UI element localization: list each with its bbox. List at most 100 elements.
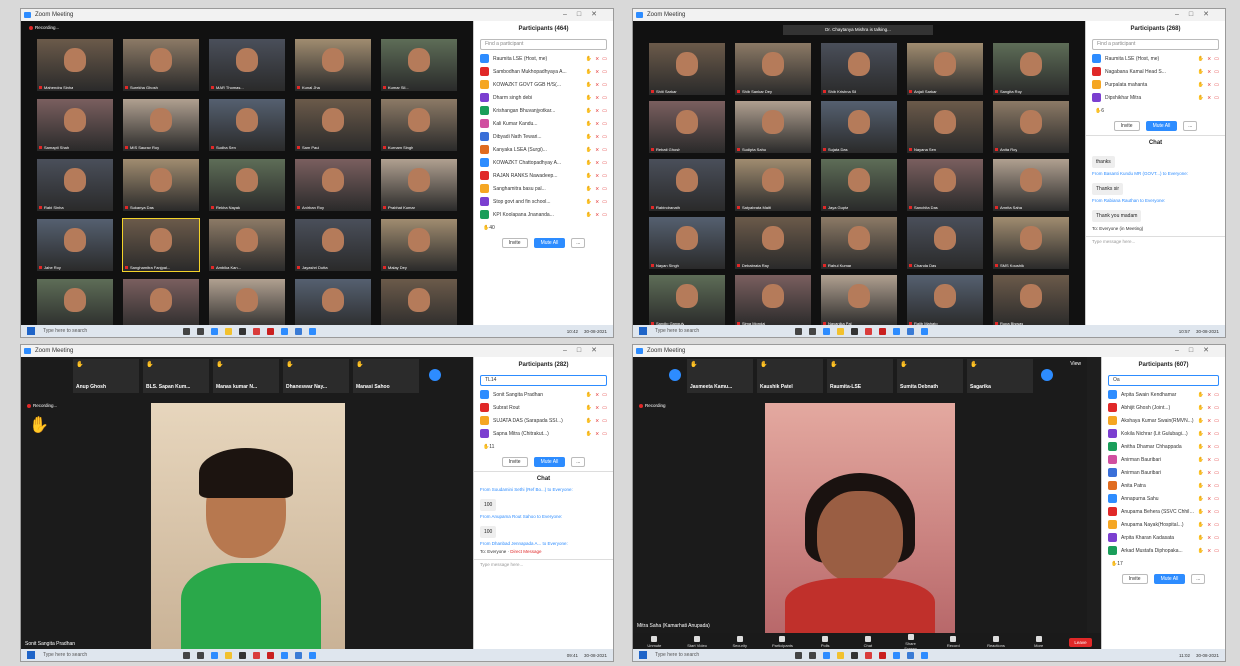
video-tile[interactable]: Sukanya Das	[123, 159, 199, 211]
video-tile[interactable]: Rahul Kumar	[821, 217, 897, 269]
taskbar-app-icon[interactable]	[865, 327, 872, 335]
window-controls[interactable]: –□✕	[563, 9, 607, 21]
video-tile[interactable]: Sudipta Sahu	[735, 101, 811, 153]
taskbar-app-icon[interactable]	[309, 651, 316, 659]
participant-row[interactable]: Dibyadi Nath Tewari... ✋ ⨯ ▭	[474, 130, 613, 143]
participant-row[interactable]: Subrat Rout ✋ ⨯ ▭	[474, 401, 613, 414]
video-tile[interactable]: Mina Ghosh	[37, 279, 113, 331]
thumbnail-tile[interactable]: ✋ Anup Ghosh	[73, 359, 139, 393]
participant-row[interactable]: Arkad Mustafa Diphopaka... ✋ ⨯ ▭	[1102, 544, 1225, 557]
video-tile[interactable]: Sujata Das	[821, 101, 897, 153]
video-tile[interactable]: Kumar Sil...	[381, 39, 457, 91]
participant-row[interactable]: Dharm singh debi ✋ ⨯ ▭	[474, 91, 613, 104]
video-tile[interactable]: Rabindranath	[649, 159, 725, 211]
taskbar-app-icon[interactable]	[281, 651, 288, 659]
thumbnail-tile[interactable]: ✋ Kaushik Patel	[757, 359, 823, 393]
mic-muted-icon[interactable]: ⨯	[1207, 69, 1211, 75]
thumbnail-tile[interactable]: ✋ Dhaneswar Nay...	[283, 359, 349, 393]
video-tile[interactable]: Anirban Roy	[295, 159, 371, 211]
participant-row[interactable]: Akshaya Kumar Swain(RMVN...) ✋ ⨯ ▭	[1102, 414, 1225, 427]
mic-muted-icon[interactable]: ⨯	[1207, 483, 1211, 489]
participant-row[interactable]: KOWAZKT GOVT GGB H/S(... ✋ ⨯ ▭	[474, 78, 613, 91]
mic-muted-icon[interactable]: ⨯	[595, 108, 599, 114]
participant-row[interactable]: Krishangan Bhuvanjyotkar... ✋ ⨯ ▭	[474, 104, 613, 117]
toolbar-button[interactable]: Security	[728, 636, 752, 648]
participant-row[interactable]: Raumita LSE (Host, me) ✋ ⨯ ▭	[474, 52, 613, 65]
thumbnail-tile[interactable]: ✋ Sagarika	[967, 359, 1033, 393]
taskbar-app-icon[interactable]	[823, 651, 830, 659]
video-tile[interactable]: Satyabrata Maiti	[735, 159, 811, 211]
participant-row[interactable]: Annapurna Sahu ✋ ⨯ ▭	[1102, 492, 1225, 505]
participant-row[interactable]: Stop govt and fin school... ✋ ⨯ ▭	[474, 195, 613, 208]
mute-all-button[interactable]: Mute All	[533, 238, 566, 248]
taskbar-app-icon[interactable]	[837, 327, 844, 335]
toolbar-button[interactable]: Unmute	[642, 636, 666, 648]
participant-row[interactable]: KPI Koolapana Jnananda... ✋ ⨯ ▭	[474, 208, 613, 221]
video-tile[interactable]: Amrita Saha	[993, 159, 1069, 211]
participant-row[interactable]: Anita Patra ✋ ⨯ ▭	[1102, 479, 1225, 492]
video-tile[interactable]: Shib Sankar Dey	[735, 43, 811, 95]
video-tile[interactable]: Sandip Ganguly	[649, 275, 725, 327]
taskbar-app-icon[interactable]	[267, 327, 274, 335]
thumbnail-tile[interactable]: ✋ Manasi Sahoo	[353, 359, 419, 393]
next-page-icon[interactable]	[1041, 369, 1053, 381]
taskbar-app-icon[interactable]	[907, 651, 914, 659]
thumbnail-tile[interactable]: ✋ Manas kumar N...	[213, 359, 279, 393]
taskbar-app-icon[interactable]	[225, 651, 232, 659]
mic-muted-icon[interactable]: ⨯	[595, 199, 599, 205]
more-button[interactable]: ...	[571, 238, 586, 248]
taskbar-app-icon[interactable]	[879, 327, 886, 335]
thumbnail-tile[interactable]: ✋ BLS. Sapan Kum...	[143, 359, 209, 393]
video-tile[interactable]: Nayanika Pal	[821, 275, 897, 327]
video-tile[interactable]: Jaya Gupta	[821, 159, 897, 211]
video-tile[interactable]: SMS Koushik	[993, 217, 1069, 269]
taskbar-app-icon[interactable]	[907, 327, 914, 335]
thumbnail-tile[interactable]: ✋ Sumita Debnath	[897, 359, 963, 393]
participant-row[interactable]: RAJAN RANKS Nawadeep... ✋ ⨯ ▭	[474, 169, 613, 182]
participant-row[interactable]: Anirman Bauribari ✋ ⨯ ▭	[1102, 466, 1225, 479]
direct-message-link[interactable]: Direct Message	[510, 549, 541, 554]
taskbar-app-icon[interactable]	[795, 327, 802, 335]
mic-muted-icon[interactable]: ⨯	[595, 160, 599, 166]
video-tile[interactable]: Arindam Saha	[209, 279, 285, 331]
toolbar-button[interactable]: Share Screen	[899, 633, 923, 651]
mic-muted-icon[interactable]: ⨯	[595, 147, 599, 153]
video-tile[interactable]: Satyanarayan	[381, 279, 457, 331]
participant-row[interactable]: Sapna Mitra (Chitrakut...) ✋ ⨯ ▭	[474, 427, 613, 440]
mic-muted-icon[interactable]: ⨯	[595, 392, 599, 398]
participant-search-input[interactable]: Oa	[1108, 375, 1219, 386]
mic-muted-icon[interactable]: ⨯	[1207, 535, 1211, 541]
taskbar-app-icon[interactable]	[921, 327, 928, 335]
video-tile[interactable]: Anjali Sarkar	[907, 43, 983, 95]
video-tile[interactable]: Kunal Jha	[295, 39, 371, 91]
video-tile[interactable]: Samapti Shah	[37, 99, 113, 151]
video-tile[interactable]: MIS Saurav Roy	[123, 99, 199, 151]
video-tile[interactable]: MAR Thomas...	[209, 39, 285, 91]
video-tile[interactable]: Debabrata Ray	[735, 217, 811, 269]
video-tile[interactable]: Raghunath Mahato	[295, 279, 371, 331]
mic-muted-icon[interactable]: ⨯	[1207, 431, 1211, 437]
taskbar-app-icon[interactable]	[795, 651, 802, 659]
mic-muted-icon[interactable]: ⨯	[1207, 418, 1211, 424]
taskbar-app-icon[interactable]	[211, 651, 218, 659]
taskbar-search[interactable]: Type here to search	[43, 652, 153, 658]
taskbar-app-icon[interactable]	[225, 327, 232, 335]
taskbar-app-icon[interactable]	[837, 651, 844, 659]
windows-start-icon[interactable]	[639, 651, 647, 659]
leave-button[interactable]: Leave	[1069, 637, 1092, 647]
video-tile[interactable]: Kurnam Singh	[381, 99, 457, 151]
taskbar-app-icon[interactable]	[823, 327, 830, 335]
taskbar-app-icon[interactable]	[197, 651, 204, 659]
participant-search-input[interactable]: Find a participant	[480, 39, 607, 50]
participant-search-input[interactable]: TL14	[480, 375, 607, 386]
mute-all-button[interactable]: Mute All	[1153, 574, 1186, 584]
mic-muted-icon[interactable]: ⨯	[595, 418, 599, 424]
participant-row[interactable]: Raumita LSE (Host, me) ✋ ⨯ ▭	[1086, 52, 1225, 65]
invite-button[interactable]: Invite	[1113, 121, 1140, 131]
taskbar-app-icon[interactable]	[893, 651, 900, 659]
toolbar-button[interactable]: Record	[941, 636, 965, 648]
more-button[interactable]: ...	[1183, 121, 1198, 131]
mic-muted-icon[interactable]: ⨯	[595, 56, 599, 62]
mic-muted-icon[interactable]: ⨯	[1207, 522, 1211, 528]
windows-start-icon[interactable]	[639, 327, 647, 335]
